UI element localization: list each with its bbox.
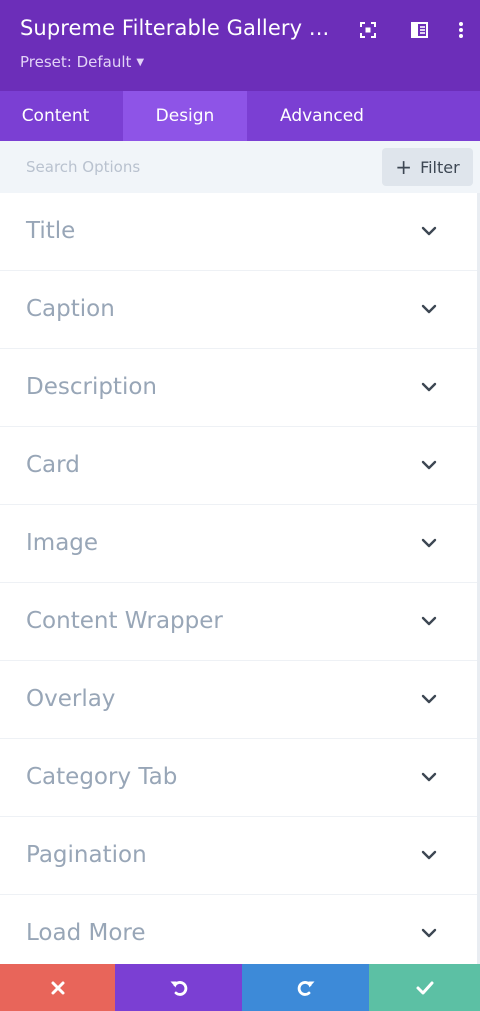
section-title-toggle[interactable]: Title (0, 193, 480, 271)
section-description-toggle[interactable]: Description (0, 349, 480, 427)
section-label: Overlay (26, 686, 116, 712)
settings-tabs: Content Design Advanced (0, 91, 480, 141)
search-bar: + Filter (0, 141, 480, 193)
preset-label: Preset: Default (20, 53, 132, 71)
section-label: Load More (26, 920, 146, 946)
tab-design[interactable]: Design (123, 91, 247, 141)
chevron-down-icon (421, 772, 437, 782)
check-icon (416, 981, 433, 994)
fullscreen-icon[interactable] (358, 20, 378, 40)
chevron-down-icon (421, 226, 437, 236)
columns-icon[interactable] (409, 20, 429, 40)
section-content-wrapper-toggle[interactable]: Content Wrapper (0, 583, 480, 661)
chevron-down-icon (421, 382, 437, 392)
section-caption-toggle[interactable]: Caption (0, 271, 480, 349)
chevron-down-icon (421, 538, 437, 548)
redo-icon (297, 980, 314, 996)
section-label: Caption (26, 296, 115, 322)
search-options-input[interactable] (0, 141, 370, 193)
section-card-toggle[interactable]: Card (0, 427, 480, 505)
caret-down-icon: ▼ (136, 57, 145, 68)
close-icon (51, 981, 64, 994)
section-label: Image (26, 530, 99, 556)
undo-icon (170, 980, 187, 996)
tab-advanced[interactable]: Advanced (258, 91, 386, 141)
section-overlay-toggle[interactable]: Overlay (0, 661, 480, 739)
discard-button[interactable] (0, 964, 115, 1011)
redo-button[interactable] (242, 964, 369, 1011)
chevron-down-icon (421, 694, 437, 704)
filter-label: Filter (420, 157, 460, 177)
filter-button[interactable]: + Filter (382, 148, 473, 186)
save-button[interactable] (369, 964, 480, 1011)
section-label: Card (26, 452, 80, 478)
section-label: Description (26, 374, 157, 400)
section-label: Content Wrapper (26, 608, 223, 634)
module-title: Supreme Filterable Gallery ... (20, 16, 330, 40)
module-header: Supreme Filterable Gallery ... Preset: D… (0, 0, 480, 91)
action-footer (0, 964, 480, 1011)
chevron-down-icon (421, 616, 437, 626)
chevron-down-icon (421, 850, 437, 860)
section-category-tab-toggle[interactable]: Category Tab (0, 739, 480, 817)
section-label: Title (26, 218, 76, 244)
tab-content[interactable]: Content (0, 91, 111, 141)
section-load-more-toggle[interactable]: Load More (0, 895, 480, 973)
undo-button[interactable] (115, 964, 242, 1011)
options-group-list: Title Caption Description Card Image Con… (0, 193, 480, 973)
chevron-down-icon (421, 928, 437, 938)
section-label: Pagination (26, 842, 147, 868)
section-pagination-toggle[interactable]: Pagination (0, 817, 480, 895)
section-image-toggle[interactable]: Image (0, 505, 480, 583)
plus-icon: + (395, 155, 413, 179)
preset-selector[interactable]: Preset: Default ▼ (20, 53, 144, 71)
chevron-down-icon (421, 304, 437, 314)
section-label: Category Tab (26, 764, 178, 790)
more-vertical-icon[interactable] (451, 20, 471, 40)
chevron-down-icon (421, 460, 437, 470)
